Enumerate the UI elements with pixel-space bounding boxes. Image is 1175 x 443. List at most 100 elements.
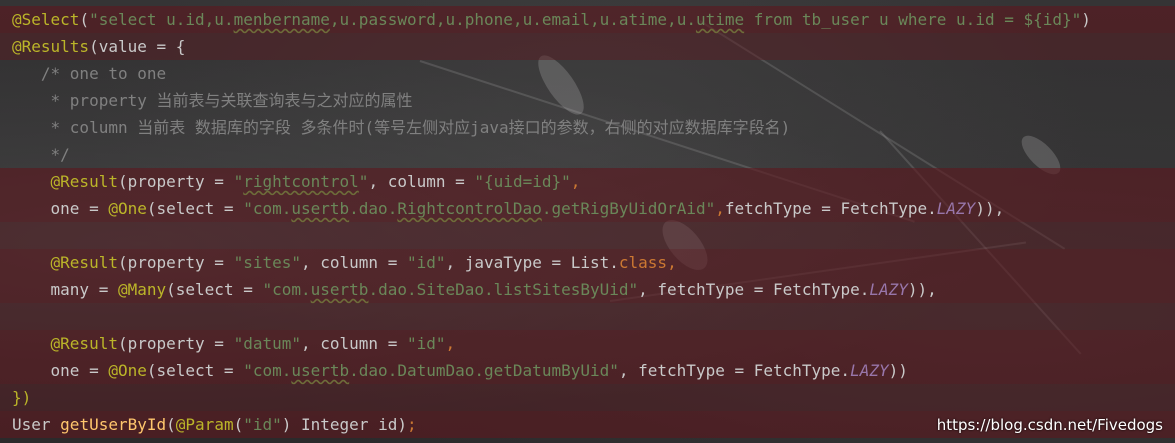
code-line-text: @Result(property = "datum", column = "id… (12, 330, 456, 357)
code-token: rightcontrol (243, 172, 359, 191)
code-token: , (445, 334, 456, 353)
code-token: usertb (310, 280, 369, 299)
code-token: , (715, 199, 725, 218)
code-line[interactable] (0, 303, 1175, 330)
code-line[interactable]: @Results(value = { (0, 33, 1175, 60)
code-token: @Result (50, 172, 118, 191)
code-line-text: one = @One(select = "com.usertb.dao.Datu… (12, 357, 908, 384)
code-token: @Result (50, 334, 118, 353)
code-token: LAZY (850, 361, 889, 380)
code-token: LAZY (936, 199, 976, 218)
code-token: , column = (368, 172, 475, 191)
code-line[interactable]: @Result(property = "datum", column = "id… (0, 330, 1175, 357)
code-token: @Results (12, 37, 90, 56)
code-line-text: /* one to one (12, 60, 166, 87)
code-token: one = (12, 199, 109, 218)
code-token: , column = (301, 334, 407, 353)
code-token: )), (907, 280, 937, 299)
code-line-text: one = @One(select = "com.usertb.dao.Righ… (12, 195, 1005, 222)
code-token: @Result (50, 253, 118, 272)
code-token: "select u.id,u. (89, 10, 234, 29)
code-token: /* one to one (12, 64, 167, 83)
code-token: (property = (117, 172, 234, 191)
code-line[interactable]: }) (0, 384, 1175, 411)
code-token: (property = (117, 334, 234, 353)
code-line[interactable] (0, 222, 1175, 249)
code-token: @One (108, 199, 147, 218)
code-token: )) (888, 361, 908, 380)
code-token: @Many (117, 280, 167, 299)
code-line-text: many = @Many(select = "com.usertb.dao.Si… (12, 276, 937, 303)
code-line-text: * property 当前表与关联查询表与之对应的属性 (12, 87, 413, 114)
code-line[interactable]: @Result(property = "rightcontrol", colum… (0, 168, 1175, 195)
code-token: utime (695, 10, 745, 29)
code-token: (select = (146, 361, 244, 380)
code-token: usertb (291, 199, 350, 218)
code-token: @Param (175, 415, 234, 434)
code-token: (value = { (89, 37, 186, 56)
code-line-text: * column 当前表 数据库的字段 多条件时(等号左侧对应java接口的参数… (12, 114, 791, 141)
code-line[interactable]: /* one to one (0, 60, 1175, 87)
code-line-text: */ (12, 141, 70, 168)
code-line-text: @Result(property = "sites", column = "id… (12, 249, 677, 276)
code-token: ( (233, 415, 244, 434)
code-line[interactable]: @Select("select u.id,u.menbername,u.pass… (0, 6, 1175, 33)
code-token: " (233, 172, 244, 191)
code-token: @One (108, 361, 147, 380)
code-token: , (667, 253, 677, 272)
code-token: , fetchType = FetchType. (638, 280, 870, 299)
code-token: .dao.SiteDao.listSitesByUid" (368, 280, 639, 299)
code-line-text: }) (12, 384, 31, 411)
code-token: * property 当前表与关联查询表与之对应的属性 (12, 91, 413, 110)
code-token: "com. (243, 361, 292, 380)
code-token: "id" (406, 253, 446, 272)
code-token: from tb_user u where u.id = ${id}" (744, 10, 1082, 29)
code-line[interactable]: @Result(property = "sites", column = "id… (0, 249, 1175, 276)
code-line[interactable]: many = @Many(select = "com.usertb.dao.Si… (0, 276, 1175, 303)
code-line[interactable]: * property 当前表与关联查询表与之对应的属性 (0, 87, 1175, 114)
code-token: LAZY (869, 280, 908, 299)
code-token: User (12, 415, 61, 434)
code-token: (select = (146, 199, 244, 218)
code-token: "id" (243, 415, 282, 434)
code-line-text: @Select("select u.id,u.menbername,u.pass… (12, 6, 1091, 33)
code-token: "datum" (233, 334, 301, 353)
code-line[interactable]: one = @One(select = "com.usertb.dao.Righ… (0, 195, 1175, 222)
code-line[interactable]: * column 当前表 数据库的字段 多条件时(等号左侧对应java接口的参数… (0, 114, 1175, 141)
code-token: ) (1081, 10, 1091, 29)
code-token: "com. (262, 280, 311, 299)
code-token: , (570, 172, 581, 191)
code-token: .dao.DatumDao.getDatumByUid" (349, 361, 619, 380)
code-line[interactable]: */ (0, 141, 1175, 168)
code-token: .getRigByUidOrAid" (541, 199, 716, 218)
code-token: * column 当前表 数据库的字段 多条件时(等号左侧对应java接口的参数… (12, 118, 791, 137)
code-line-text: User getUserById(@Param("id") Integer id… (12, 411, 417, 438)
code-token: "id" (406, 334, 446, 353)
code-token: , fetchType = FetchType. (618, 361, 851, 380)
code-token: ; (406, 415, 417, 434)
code-token: "{uid=id}" (474, 172, 571, 191)
code-token: */ (12, 145, 70, 164)
code-token: .dao. (349, 199, 398, 218)
watermark-url: https://blog.csdn.net/Fivedogs (936, 416, 1163, 434)
code-token: ( (166, 415, 176, 434)
code-token: " (358, 172, 369, 191)
code-token: menbername (233, 10, 330, 29)
code-token: (property = (117, 253, 234, 272)
code-token: ) Integer id) (281, 415, 407, 434)
code-token: ,u.password,u.phone,u.email,u.atime,u. (329, 10, 696, 29)
code-token: (select = (166, 280, 263, 299)
code-token: @Select (12, 10, 80, 29)
code-line[interactable]: one = @One(select = "com.usertb.dao.Datu… (0, 357, 1175, 384)
code-token: usertb (291, 361, 350, 380)
code-token: ( (79, 10, 90, 29)
code-token: one = (12, 361, 109, 380)
code-line-text: @Results(value = { (12, 33, 185, 60)
code-editor[interactable]: @Select("select u.id,u.menbername,u.pass… (0, 0, 1175, 443)
code-token: "com. (243, 199, 292, 218)
code-token: , column = (301, 253, 407, 272)
code-line-text: @Result(property = "rightcontrol", colum… (12, 168, 581, 195)
code-token: getUserById (60, 415, 167, 434)
